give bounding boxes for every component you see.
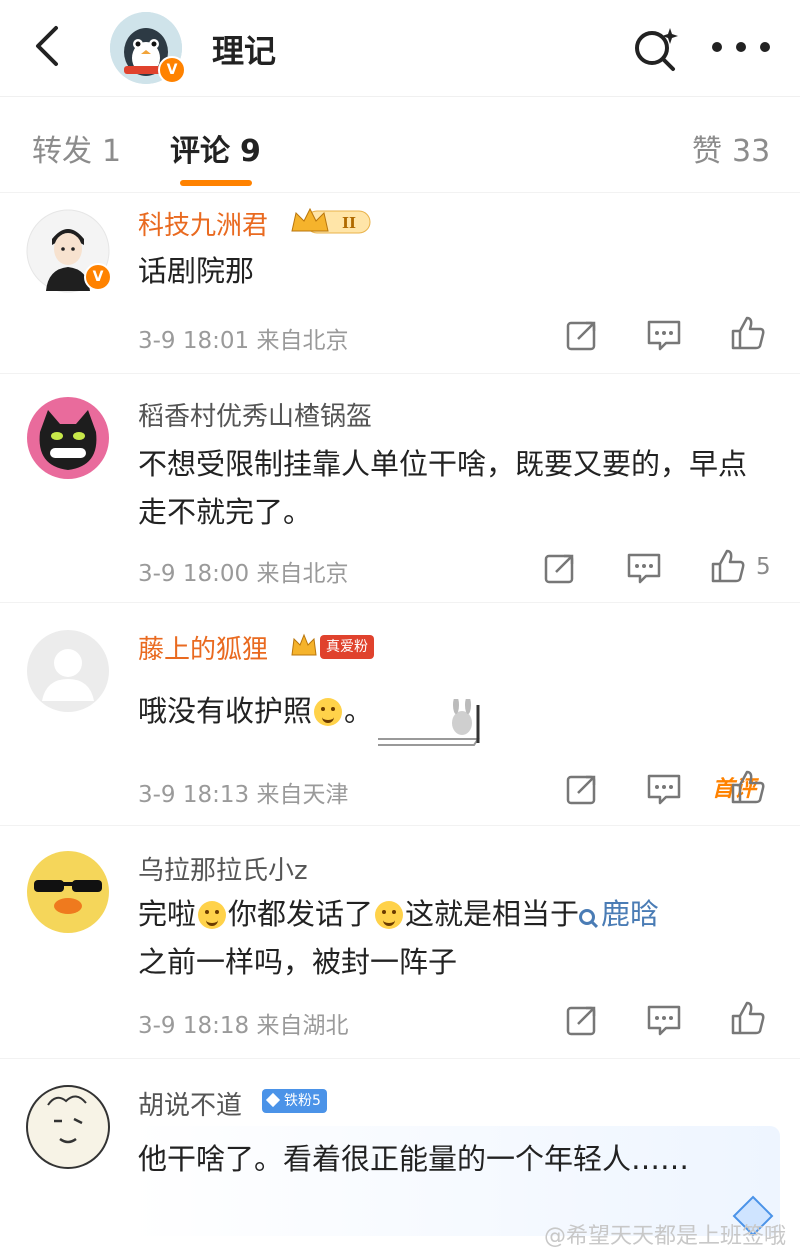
tab-comments[interactable]: 评论 9 [170,126,261,170]
comment-text-part: 之前一样吗，被封一阵子 [138,945,458,979]
like-icon[interactable] [730,769,766,805]
reply-icon[interactable] [646,317,682,353]
tab-likes[interactable]: 赞 33 [692,126,770,170]
comment-text-part: 你都发话了 [228,897,374,931]
comment-location: 来自北京 [256,328,349,354]
commenter-name[interactable]: 稻香村优秀山楂锅盔 [138,396,372,433]
doodle-avatar-image [26,1085,110,1169]
tab-count: 33 [732,134,771,169]
tab-label: 转发 [32,134,92,169]
comment-text-part: 这就是相当于 [405,897,580,931]
crown-badge-icon: II [291,207,371,234]
topic-label: 鹿晗 [601,897,660,931]
page-avatar[interactable]: V [110,12,186,84]
reply-icon[interactable] [646,771,682,807]
comment-location: 来自湖北 [256,1013,349,1039]
comment-meta: 3-9 18:00 来自北京 [138,554,348,588]
avatar[interactable] [26,850,110,934]
comment-item: 藤上的狐狸 真爱粉 哦没有收护照。 3-9 18:13 来自天津 [0,603,800,826]
comment-time: 3-9 18:13 [138,782,250,808]
share-icon[interactable] [564,1002,600,1038]
tab-count: 9 [240,134,261,169]
tab-label: 评论 [170,134,230,169]
comment-text: 他干啥了。看着很正能量的一个年轻人…… [138,1142,690,1176]
comment-location: 来自天津 [256,782,349,808]
topic-link[interactable]: 鹿晗 [579,897,659,931]
tab-reposts[interactable]: 转发 1 [32,126,121,170]
comment-location: 来自北京 [256,561,349,587]
verified-badge: V [84,263,112,291]
grin-emoji-icon [375,901,404,929]
yummy-emoji-icon [314,698,343,726]
more-dots-icon[interactable] [710,40,772,54]
search-icon[interactable] [630,24,680,74]
like-count: 5 [756,554,771,580]
avatar[interactable] [26,629,110,713]
reply-icon[interactable] [646,1002,682,1038]
comment-meta: 3-9 18:01 来自北京 [138,321,348,355]
like-icon[interactable] [710,548,746,584]
comment-meta: 3-9 18:18 来自湖北 [138,1006,348,1040]
comment-text: 话剧院那 [138,254,255,288]
avatar[interactable] [26,1085,110,1169]
commenter-name[interactable]: 胡说不道 [138,1085,242,1122]
verified-badge: V [158,56,186,84]
comment-time: 3-9 18:18 [138,1013,250,1039]
commenter-name[interactable]: 乌拉那拉氏小z [138,850,308,887]
default-avatar-image [27,630,109,712]
like-icon[interactable] [730,315,766,351]
comment-time: 3-9 18:00 [138,561,250,587]
top-bar: V 理记 [0,0,800,97]
grin-emoji-icon [198,901,227,929]
reply-icon[interactable] [626,550,662,586]
avatar[interactable] [26,396,110,480]
comment-text: 不想受限制挂靠人单位干啥，既要又要的，早点走不就完了。 [138,447,748,529]
chevron-left-icon[interactable] [28,22,68,70]
tab-count: 1 [102,134,122,169]
share-icon[interactable] [564,317,600,353]
comment-item: 稻香村优秀山楂锅盔 首评 不想受限制挂靠人单位干啥，既要又要的，早点走不就完了。… [0,374,800,802]
watermark: @希望天天都是上班签哦 [543,1224,786,1249]
tab-bar: 转发 1 评论 9 赞 33 [0,96,800,193]
search-icon [579,909,596,925]
like-icon[interactable] [730,1000,766,1036]
comment-text: 完啦 你都发话了 这就是相当于 鹿晗之前一样吗，被封一阵子 [138,890,768,986]
comment-meta: 3-9 18:13 来自天津 [138,775,348,809]
avatar-image [27,397,109,479]
duck-avatar-image [27,851,109,933]
commenter-name[interactable]: 科技九洲君 [138,205,268,242]
active-tab-indicator [180,180,252,186]
page-title: 理记 [212,32,277,70]
svg-text:II: II [342,214,356,232]
fan-level-badge: 铁粉5 [262,1089,327,1113]
comment-text-part: 哦没有收护照 [138,694,313,728]
super-fan-badge: 真爱粉 [320,635,374,659]
avatar[interactable]: V [26,209,112,293]
bunny-sticker-icon [378,699,480,746]
share-icon[interactable] [564,771,600,807]
commenter-name[interactable]: 藤上的狐狸 [138,629,268,666]
comment-text-part: 完啦 [138,897,197,931]
comment-text-part: 。 [344,694,374,728]
comment-time: 3-9 18:01 [138,328,250,354]
tab-label: 赞 [692,134,722,169]
share-icon[interactable] [542,550,578,586]
crown-icon [291,633,317,656]
comment-item: V 科技九洲君 II 话剧院那 3-9 18:01 来自北京 [0,193,800,374]
comment-item: 乌拉那拉氏小z 完啦 你都发话了 这就是相当于 鹿晗之前一样吗，被封一阵子 3-9 1… [0,826,800,1059]
